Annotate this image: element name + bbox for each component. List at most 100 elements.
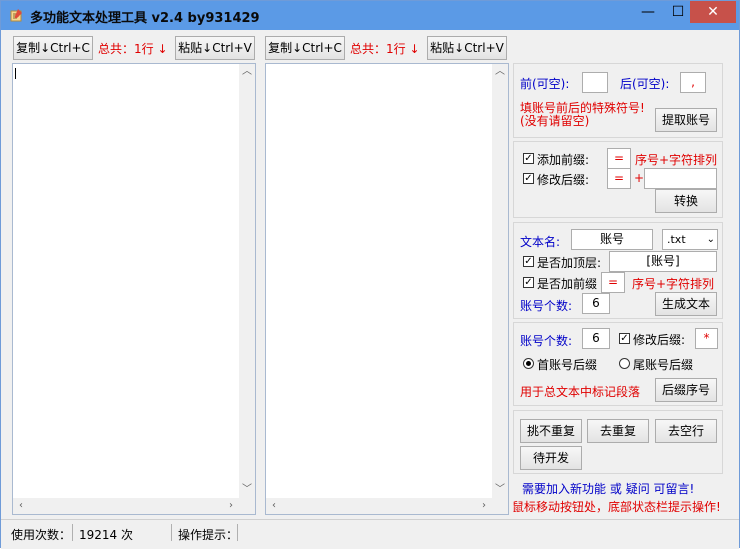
before-label: 前(可空): xyxy=(520,77,570,91)
note-part-3: 疑问 xyxy=(625,482,650,496)
usage-value: 19214 次 xyxy=(79,528,133,542)
prefix-hint: 序号+字符排列 xyxy=(635,153,718,167)
todo-label: 待开发 xyxy=(532,451,569,465)
modify-suffix-checkbox[interactable]: ✓ xyxy=(523,173,534,184)
top-layer-field[interactable]: [账号] xyxy=(609,251,717,272)
right-horizontal-scrollbar[interactable]: ‹ › xyxy=(266,498,492,514)
scroll-corner xyxy=(239,498,255,514)
maximize-button[interactable]: ☐ xyxy=(663,1,693,23)
left-text-area[interactable]: ︿ ﹀ ‹ › xyxy=(12,63,256,515)
title-bar: 多功能文本处理工具 v2.4 by931429 — ☐ ✕ xyxy=(1,1,739,30)
suffix-modify-field[interactable]: * xyxy=(695,328,718,349)
gen-count-label: 账号个数: xyxy=(520,299,573,313)
pick-unique-label: 挑不重复 xyxy=(526,424,575,438)
left-total-count: 总共：1行 ↓ xyxy=(98,42,168,56)
status-separator xyxy=(72,524,73,541)
right-total-count: 总共：1行 ↓ xyxy=(350,42,420,56)
before-field[interactable] xyxy=(582,72,608,93)
hover-hint-note: 鼠标移动按钮处，底部状态栏提示操作! xyxy=(512,500,721,514)
extract-account-button[interactable]: 提取账号 xyxy=(655,108,717,132)
dedupe-label: 去重复 xyxy=(599,424,636,438)
suffix-extra-field[interactable] xyxy=(644,168,717,189)
suffix-modify-label: 修改后缀: xyxy=(633,333,686,347)
gen-prefix-checkbox[interactable]: ✓ xyxy=(523,277,534,288)
scroll-right-icon[interactable]: › xyxy=(223,498,239,514)
suffix-sequence-button[interactable]: 后缀序号 xyxy=(655,378,717,402)
app-icon xyxy=(10,9,22,22)
add-prefix-checkbox[interactable]: ✓ xyxy=(523,153,534,164)
scroll-right-icon[interactable]: › xyxy=(476,498,492,514)
prefix-field[interactable]: = xyxy=(607,148,631,169)
top-layer-label: 是否加顶层: xyxy=(537,256,602,270)
convert-button[interactable]: 转换 xyxy=(655,189,717,213)
close-button[interactable]: ✕ xyxy=(690,1,736,23)
left-vertical-scrollbar[interactable]: ︿ ﹀ xyxy=(239,64,255,498)
scroll-down-icon[interactable]: ﹀ xyxy=(492,482,508,498)
extract-panel: 前(可空): 后(可空): , 填账号前后的特殊符号! (没有请留空) 提取账号 xyxy=(513,63,723,138)
last-account-radio[interactable] xyxy=(619,358,630,369)
pick-unique-button[interactable]: 挑不重复 xyxy=(520,419,582,443)
actions-panel: 挑不重复 去重复 去空行 待开发 xyxy=(513,410,723,474)
left-paste-button[interactable]: 粘贴↓Ctrl+V xyxy=(175,36,255,60)
generate-text-button[interactable]: 生成文本 xyxy=(655,292,717,316)
scroll-up-icon[interactable]: ︿ xyxy=(492,64,508,80)
todo-button[interactable]: 待开发 xyxy=(520,446,582,470)
first-account-label: 首账号后缀 xyxy=(537,358,598,372)
generate-panel: 文本名: 账号 .txt ⌄ ✓ 是否加顶层: [账号] ✓ 是否加前缀 = 序… xyxy=(513,222,723,319)
gen-prefix-label: 是否加前缀 xyxy=(537,277,598,291)
chevron-down-icon: ⌄ xyxy=(706,234,715,245)
gen-count-field[interactable]: 6 xyxy=(582,293,610,314)
hint-label: 操作提示： xyxy=(178,528,239,542)
minimize-button[interactable]: — xyxy=(633,1,663,23)
status-separator xyxy=(237,524,238,541)
usage-label: 使用次数： xyxy=(11,528,72,542)
left-copy-label: 复制↓Ctrl+C xyxy=(16,41,90,55)
generate-text-label: 生成文本 xyxy=(661,297,710,311)
text-caret xyxy=(15,68,16,79)
suffix-modify-checkbox[interactable]: ✓ xyxy=(619,333,630,344)
dedupe-button[interactable]: 去重复 xyxy=(587,419,649,443)
after-field[interactable]: , xyxy=(680,72,706,93)
note-part-1: 需要加入新功能 xyxy=(522,482,607,496)
note-part-4: 可留言! xyxy=(653,482,695,496)
remove-blank-button[interactable]: 去空行 xyxy=(655,419,717,443)
remove-blank-label: 去空行 xyxy=(667,424,704,438)
filename-field[interactable]: 账号 xyxy=(571,229,653,250)
suffix-count-label: 账号个数: xyxy=(520,334,573,348)
status-bar: 使用次数： 19214 次 操作提示： xyxy=(1,519,739,549)
extension-select[interactable]: .txt ⌄ xyxy=(662,229,718,250)
status-separator xyxy=(171,524,172,541)
add-prefix-label: 添加前缀: xyxy=(537,153,590,167)
right-vertical-scrollbar[interactable]: ︿ ﹀ xyxy=(492,64,508,498)
right-copy-button[interactable]: 复制↓Ctrl+C xyxy=(265,36,345,60)
suffix-field[interactable]: = xyxy=(607,168,631,189)
suffix-hint: 用于总文本中标记段落 xyxy=(520,385,641,399)
scroll-up-icon[interactable]: ︿ xyxy=(239,64,255,80)
after-label: 后(可空): xyxy=(620,77,670,91)
suffix-sequence-label: 后缀序号 xyxy=(661,383,710,397)
scroll-corner xyxy=(492,498,508,514)
app-window: 多功能文本处理工具 v2.4 by931429 — ☐ ✕ 复制↓Ctrl+C … xyxy=(0,0,740,549)
left-horizontal-scrollbar[interactable]: ‹ › xyxy=(13,498,239,514)
last-account-label: 尾账号后缀 xyxy=(633,358,694,372)
scroll-left-icon[interactable]: ‹ xyxy=(13,498,29,514)
feature-request-note: 需要加入新功能 或 疑问 可留言! xyxy=(522,480,694,497)
suffix-count-field[interactable]: 6 xyxy=(582,328,610,349)
left-paste-label: 粘贴↓Ctrl+V xyxy=(178,41,252,55)
plus-sign: + xyxy=(634,171,645,185)
right-paste-button[interactable]: 粘贴↓Ctrl+V xyxy=(427,36,507,60)
left-copy-button[interactable]: 复制↓Ctrl+C xyxy=(13,36,93,60)
top-layer-checkbox[interactable]: ✓ xyxy=(523,256,534,267)
extract-account-label: 提取账号 xyxy=(661,113,710,127)
scroll-down-icon[interactable]: ﹀ xyxy=(239,482,255,498)
filename-label: 文本名: xyxy=(520,235,561,249)
right-text-area[interactable]: ︿ ﹀ ‹ › xyxy=(265,63,509,515)
first-account-radio[interactable] xyxy=(523,358,534,369)
convert-label: 转换 xyxy=(673,194,698,208)
gen-prefix-field[interactable]: = xyxy=(601,272,625,293)
scroll-left-icon[interactable]: ‹ xyxy=(266,498,282,514)
suffix-panel: 账号个数: 6 ✓ 修改后缀: * 首账号后缀 尾账号后缀 用于总文本中标记段落… xyxy=(513,322,723,406)
right-paste-label: 粘贴↓Ctrl+V xyxy=(430,41,504,55)
extract-hint-2: (没有请留空) xyxy=(520,114,590,128)
convert-panel: ✓ 添加前缀: = 序号+字符排列 ✓ 修改后缀: = + 转换 xyxy=(513,141,723,218)
